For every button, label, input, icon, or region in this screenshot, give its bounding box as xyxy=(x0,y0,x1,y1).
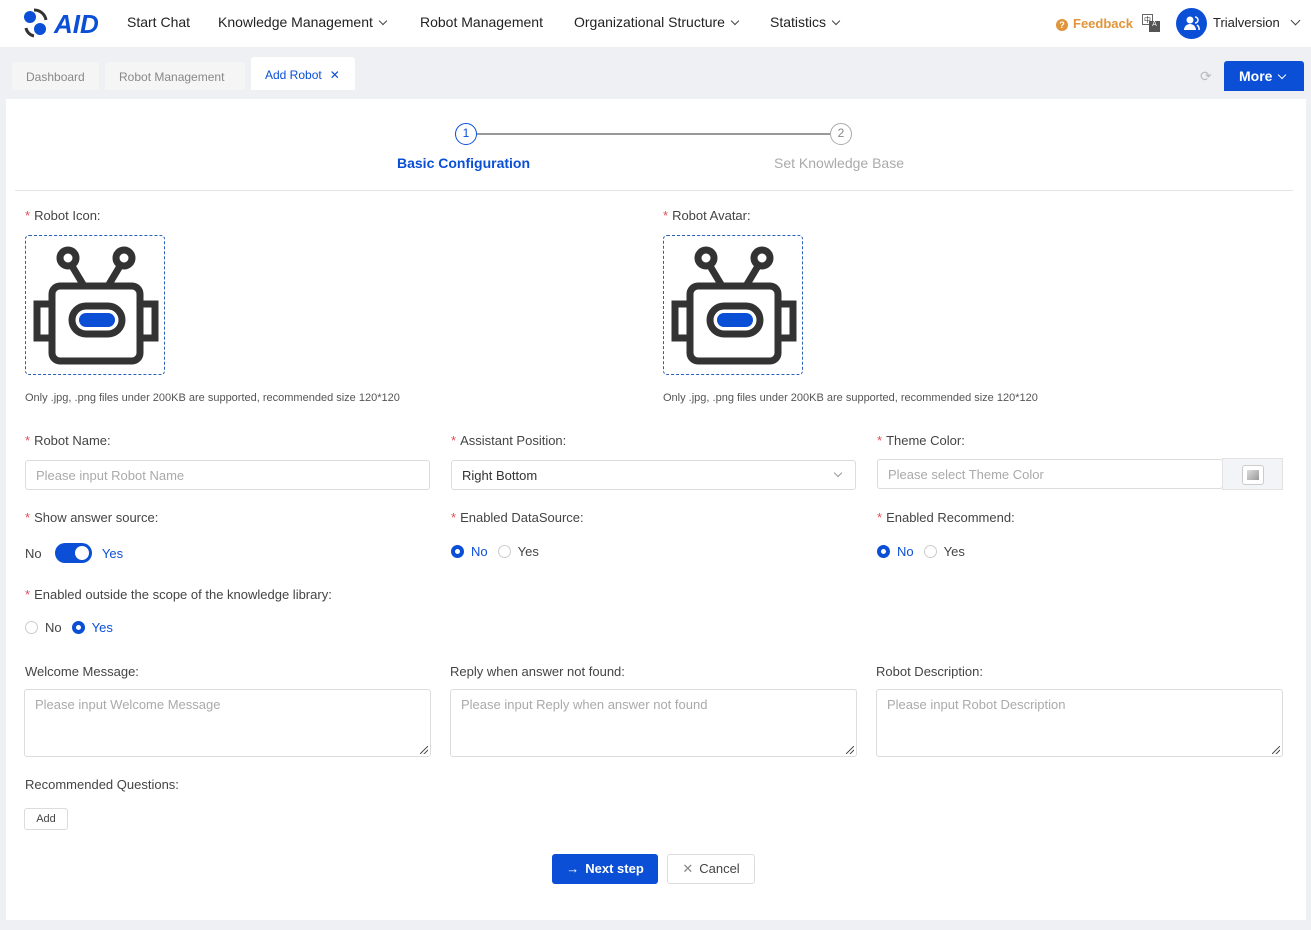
cancel-button[interactable]: ✕ Cancel xyxy=(667,854,755,884)
robot-icon-upload[interactable] xyxy=(25,235,165,375)
tab-label: Add Robot xyxy=(265,68,322,82)
add-question-button[interactable]: Add xyxy=(24,808,68,830)
nav-label: Knowledge Management xyxy=(218,14,373,30)
robot-avatar-hint: Only .jpg, .png files under 200KB are su… xyxy=(663,392,1038,404)
next-step-button[interactable]: → Next step xyxy=(552,854,658,884)
show-source-toggle[interactable] xyxy=(55,543,93,563)
robot-icon-label: * Robot Icon: xyxy=(25,208,101,223)
enabled-recommend-label: * Enabled Recommend: xyxy=(877,510,1015,525)
more-button[interactable]: More xyxy=(1224,61,1304,91)
switch-off-label: No xyxy=(25,545,42,561)
chevron-down-icon xyxy=(730,16,740,26)
placeholder: Please input Robot Description xyxy=(887,697,1066,712)
robot-icon xyxy=(33,246,159,365)
chevron-down-icon xyxy=(378,16,388,26)
robot-name-input[interactable]: Please input Robot Name xyxy=(25,460,430,490)
robot-icon-hint: Only .jpg, .png files under 200KB are su… xyxy=(25,392,400,404)
radio-yes[interactable] xyxy=(71,621,85,635)
radio-no[interactable] xyxy=(25,621,38,635)
nav-label: Organizational Structure xyxy=(574,14,725,30)
resize-handle[interactable] xyxy=(1272,746,1280,754)
chevron-down-icon xyxy=(831,16,841,26)
color-swatch-icon xyxy=(1241,465,1264,485)
resize-handle[interactable] xyxy=(846,746,854,754)
avatar[interactable] xyxy=(1176,8,1207,39)
close-icon: ✕ xyxy=(682,861,694,876)
tab-robot-management[interactable]: Robot Management xyxy=(105,62,245,90)
chevron-down-icon xyxy=(833,468,843,478)
outside-scope-label: * Enabled outside the scope of the knowle… xyxy=(25,587,332,602)
color-picker-button[interactable] xyxy=(1222,458,1283,490)
next-label: Next step xyxy=(585,861,644,876)
enabled-datasource-label: * Enabled DataSource: xyxy=(451,510,584,525)
step-1-indicator: 1 xyxy=(455,123,477,145)
chevron-down-icon xyxy=(1290,15,1301,26)
tab-add-robot[interactable]: Add Robot ✕ xyxy=(251,57,355,90)
reply-label: Reply when answer not found: xyxy=(450,664,625,679)
switch-on-label: Yes xyxy=(101,545,124,561)
form-card xyxy=(6,99,1306,920)
radio-yes[interactable] xyxy=(923,545,937,559)
enabled-recommend-radio-group: No Yes xyxy=(877,543,975,559)
nav-start-chat[interactable]: Start Chat xyxy=(127,14,190,30)
logo[interactable]: AID xyxy=(20,6,104,43)
user-name: Trialversion xyxy=(1213,15,1280,30)
feedback-button[interactable]: ? Feedback xyxy=(1056,16,1133,31)
recommended-questions-label: Recommended Questions: xyxy=(25,777,179,792)
robot-icon xyxy=(671,246,797,365)
tab-dashboard[interactable]: Dashboard xyxy=(12,62,99,90)
placeholder: Please input Reply when answer not found xyxy=(461,697,708,712)
welcome-textarea[interactable]: Please input Welcome Message xyxy=(24,689,431,757)
nav-label: Statistics xyxy=(770,14,827,30)
svg-text:AID: AID xyxy=(53,9,99,39)
more-label: More xyxy=(1239,68,1273,84)
theme-color-input[interactable]: Please select Theme Color xyxy=(877,459,1223,489)
nav-organizational-structure[interactable]: Organizational Structure xyxy=(574,14,740,30)
robot-name-label: * Robot Name: xyxy=(25,433,111,448)
robot-avatar-label: * Robot Avatar: xyxy=(663,208,751,223)
assistant-position-select[interactable]: Right Bottom xyxy=(451,460,856,490)
step-2-label: Set Knowledge Base xyxy=(774,155,904,171)
step-2-indicator: 2 xyxy=(830,123,852,145)
step-1-label: Basic Configuration xyxy=(397,155,531,171)
radio-yes[interactable] xyxy=(497,545,511,559)
resize-handle[interactable] xyxy=(420,746,428,754)
show-source-label: * Show answer source: xyxy=(25,510,159,525)
description-label: Robot Description: xyxy=(876,664,983,679)
outside-scope-radio-group: No Yes xyxy=(25,619,123,635)
close-icon[interactable]: ✕ xyxy=(330,68,340,82)
divider xyxy=(15,190,1293,191)
nav-knowledge-management[interactable]: Knowledge Management xyxy=(218,14,388,30)
reply-textarea[interactable]: Please input Reply when answer not found xyxy=(450,689,857,757)
step-connector xyxy=(477,133,830,135)
refresh-icon[interactable]: ⟳ xyxy=(1200,68,1212,85)
select-value: Right Bottom xyxy=(462,468,538,483)
language-icon[interactable]: 中A xyxy=(1142,14,1160,32)
theme-color-label: * Theme Color: xyxy=(877,433,965,448)
cancel-label: Cancel xyxy=(699,861,740,876)
nav-robot-management[interactable]: Robot Management xyxy=(420,14,543,30)
description-textarea[interactable]: Please input Robot Description xyxy=(876,689,1283,757)
feedback-label: Feedback xyxy=(1073,16,1133,31)
chevron-down-icon xyxy=(1278,70,1287,80)
assistant-position-label: * Assistant Position: xyxy=(451,433,567,448)
robot-avatar-upload[interactable] xyxy=(663,235,803,375)
radio-no[interactable] xyxy=(877,545,890,559)
help-icon: ? xyxy=(1056,19,1068,31)
welcome-label: Welcome Message: xyxy=(25,664,139,679)
radio-no[interactable] xyxy=(451,545,464,559)
nav-statistics[interactable]: Statistics xyxy=(770,14,841,30)
placeholder: Please input Welcome Message xyxy=(35,697,221,712)
user-menu[interactable]: Trialversion xyxy=(1213,15,1301,30)
show-source-switch-group: No Yes xyxy=(25,543,133,563)
enabled-datasource-radio-group: No Yes xyxy=(451,543,549,559)
arrow-right-icon: → xyxy=(566,861,580,876)
